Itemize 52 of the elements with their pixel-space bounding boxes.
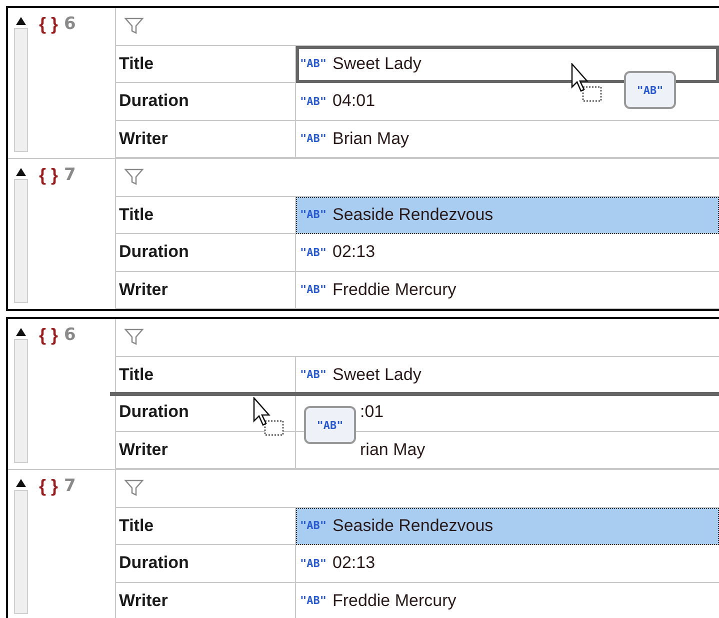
- collapse-icon[interactable]: [15, 16, 27, 26]
- drag-preview: "AB": [624, 71, 676, 109]
- value-cell[interactable]: "AB" Sweet Lady: [296, 46, 719, 83]
- string-type-icon: "AB": [300, 283, 326, 296]
- string-type-icon: "AB": [300, 57, 326, 70]
- filter-icon[interactable]: [124, 17, 144, 36]
- string-type-icon: "AB": [300, 594, 326, 608]
- value-cell[interactable]: "AB" Brian May: [296, 120, 719, 158]
- value-text: Seaside Rendezvous: [332, 516, 494, 536]
- value-cell[interactable]: rian May: [296, 432, 719, 469]
- row-handle[interactable]: [14, 339, 28, 463]
- row-handle[interactable]: [14, 28, 28, 152]
- row-handle[interactable]: [14, 490, 28, 614]
- record-index: 6: [64, 13, 76, 36]
- record-index: 7: [64, 164, 76, 187]
- value-cell[interactable]: "AB" Seaside Rendezvous: [296, 508, 719, 545]
- value-text: :01: [360, 402, 384, 422]
- record-index: 7: [64, 475, 76, 498]
- value-text: Sweet Lady: [332, 364, 422, 385]
- value-cell[interactable]: "AB" Seaside Rendezvous: [296, 196, 719, 234]
- filter-icon[interactable]: [124, 328, 144, 346]
- string-type-icon: "AB": [300, 556, 326, 570]
- value-text: Brian May: [332, 128, 410, 149]
- record-index: 6: [64, 324, 76, 347]
- string-type-icon: "AB": [300, 94, 326, 108]
- row-handle[interactable]: [14, 179, 28, 303]
- value-text: 04:01: [332, 91, 376, 112]
- value-cell[interactable]: "AB" Freddie Mercury: [296, 272, 719, 309]
- object-brace: { }: [39, 13, 58, 36]
- string-type-icon: "AB": [300, 132, 326, 146]
- value-text: 02:13: [332, 242, 376, 262]
- collapse-icon[interactable]: [15, 327, 27, 337]
- string-type-icon: "AB": [300, 368, 326, 382]
- collapse-icon[interactable]: [15, 478, 27, 488]
- collapse-icon[interactable]: [15, 167, 27, 177]
- string-type-icon: "AB": [300, 246, 326, 259]
- object-brace: { }: [39, 164, 58, 187]
- drag-preview: "AB": [304, 406, 356, 444]
- drag-cursor-icon: [253, 397, 285, 437]
- drag-cursor-icon: [571, 63, 603, 103]
- value-text: Freddie Mercury: [332, 280, 456, 300]
- string-type-icon: "AB": [300, 519, 326, 532]
- value-text: 02:13: [332, 553, 376, 574]
- filter-icon[interactable]: [124, 168, 144, 186]
- filter-icon[interactable]: [124, 479, 144, 498]
- object-brace: { }: [39, 324, 58, 347]
- string-type-icon: "AB": [300, 208, 326, 222]
- value-text: Freddie Mercury: [332, 590, 456, 611]
- value-text: Seaside Rendezvous: [332, 204, 494, 225]
- object-brace: { }: [39, 475, 58, 498]
- value-text: Sweet Lady: [332, 54, 422, 74]
- value-text: rian May: [360, 440, 426, 460]
